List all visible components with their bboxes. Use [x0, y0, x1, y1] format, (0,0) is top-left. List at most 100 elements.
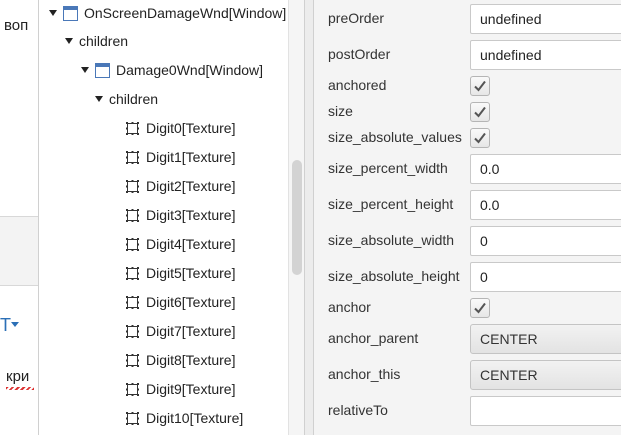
property-row: preOrder undefined — [314, 3, 621, 35]
tree-item-label: Digit5[Texture] — [146, 265, 236, 281]
tree-item[interactable]: Digit2[Texture] — [39, 174, 288, 198]
tree-item[interactable]: Digit1[Texture] — [39, 145, 288, 169]
property-editor: preOrder undefined postOrder undefined ancho… — [314, 0, 621, 435]
expand-arrow-icon[interactable] — [95, 96, 103, 102]
tree-item[interactable]: Digit4[Texture] — [39, 232, 288, 256]
tree-item-label: Digit6[Texture] — [146, 294, 236, 310]
tree-item[interactable]: children — [39, 87, 288, 111]
property-label: preOrder — [328, 10, 385, 26]
checkmark-icon — [474, 80, 486, 92]
texture-icon — [126, 353, 139, 367]
property-row: relativeTo — [314, 395, 621, 427]
chevron-down-icon[interactable] — [11, 322, 19, 327]
property-label: relativeTo — [328, 402, 388, 418]
tree-item-label: Digit2[Texture] — [146, 178, 236, 194]
property-label: size_absolute_values — [328, 129, 462, 145]
tree-item[interactable]: children — [39, 29, 288, 53]
property-value-field[interactable]: 0 — [470, 226, 621, 256]
property-value-field[interactable]: undefined — [470, 40, 621, 70]
property-label: anchor_parent — [328, 330, 419, 346]
property-value-field[interactable]: 0 — [470, 262, 621, 292]
property-row: size_percent_width 0.0 — [314, 153, 621, 185]
background-window: воп T кри — [0, 0, 38, 435]
property-value-field[interactable]: 0.0 — [470, 190, 621, 220]
property-row: anchor_this CENTER — [314, 359, 621, 391]
texture-icon — [126, 179, 139, 193]
property-row: anchor_parent CENTER — [314, 323, 621, 355]
texture-icon — [126, 324, 139, 338]
property-row: anchor — [314, 295, 621, 321]
expand-arrow-icon[interactable] — [49, 10, 57, 16]
tree-item-label: OnScreenDamageWnd[Window] — [84, 5, 287, 21]
spellcheck-underline — [6, 387, 34, 390]
hierarchy-tree[interactable]: OnScreenDamageWnd[Window] children Damage0… — [38, 0, 288, 435]
tree-item[interactable]: Digit8[Texture] — [39, 348, 288, 372]
texture-icon — [126, 295, 139, 309]
checkmark-icon — [474, 106, 486, 118]
property-row: postOrder undefined — [314, 39, 621, 71]
tree-item[interactable]: OnScreenDamageWnd[Window] — [39, 1, 288, 25]
tree-item[interactable]: Digit3[Texture] — [39, 203, 288, 227]
tree-item[interactable]: Digit7[Texture] — [39, 319, 288, 343]
property-label: postOrder — [328, 46, 391, 62]
expand-arrow-icon[interactable] — [65, 38, 73, 44]
tree-item-label: children — [109, 91, 159, 107]
app-root: воп T кри OnScreenDamageWnd[Window] child… — [0, 0, 621, 435]
property-label: size_absolute_width — [328, 232, 455, 248]
property-dropdown[interactable]: CENTER — [470, 360, 621, 390]
tree-item[interactable]: Digit10[Texture] — [39, 406, 288, 430]
tree-item-label: Digit10[Texture] — [146, 410, 244, 426]
tree-item-label: Digit3[Texture] — [146, 207, 236, 223]
property-value-field[interactable] — [470, 396, 621, 426]
property-label: size_percent_width — [328, 160, 448, 176]
texture-icon — [126, 121, 139, 135]
property-value-field[interactable]: 0.0 — [470, 154, 621, 184]
tree-scrollbar[interactable] — [288, 0, 304, 435]
property-checkbox[interactable] — [470, 76, 490, 96]
property-label: size — [328, 103, 353, 119]
tree-item[interactable]: Digit6[Texture] — [39, 290, 288, 314]
tree-item-label: children — [79, 33, 129, 49]
texture-icon — [126, 208, 139, 222]
property-label: anchored — [328, 77, 387, 93]
texture-icon — [126, 382, 139, 396]
tree-item[interactable]: Damage0Wnd[Window] — [39, 58, 288, 82]
property-label: size_absolute_height — [328, 268, 460, 284]
property-row: size_absolute_width 0 — [314, 225, 621, 257]
property-row: size — [314, 99, 621, 125]
tree-item-label: Digit8[Texture] — [146, 352, 236, 368]
checkmark-icon — [474, 132, 486, 144]
property-checkbox[interactable] — [470, 102, 490, 122]
property-label: size_percent_height — [328, 196, 454, 212]
tree-item[interactable]: Digit0[Texture] — [39, 116, 288, 140]
property-label: anchor — [328, 299, 371, 315]
tree-item[interactable]: Digit9[Texture] — [39, 377, 288, 401]
tree-item-label: Digit9[Texture] — [146, 381, 236, 397]
texture-icon — [126, 411, 139, 425]
property-dropdown[interactable]: CENTER — [470, 324, 621, 354]
panel-splitter[interactable] — [304, 0, 314, 435]
background-text-bottom: кри — [6, 368, 30, 385]
property-label: anchor_this — [328, 366, 401, 382]
tree-item[interactable]: Digit5[Texture] — [39, 261, 288, 285]
window-icon — [95, 62, 110, 78]
property-row: anchored — [314, 73, 621, 99]
tree-item-label: Digit0[Texture] — [146, 120, 236, 136]
texture-icon — [126, 266, 139, 280]
tree-item-label: Damage0Wnd[Window] — [116, 62, 264, 78]
background-text-top: воп — [4, 17, 29, 34]
property-value-field[interactable]: undefined — [470, 4, 621, 34]
window-icon — [63, 5, 78, 21]
background-toolbar-band — [0, 216, 38, 286]
tree-scrollbar-thumb[interactable] — [292, 160, 302, 275]
property-row: size_percent_height 0.0 — [314, 189, 621, 221]
tree-item-label: Digit4[Texture] — [146, 236, 236, 252]
tree-item-label: Digit7[Texture] — [146, 323, 236, 339]
property-checkbox[interactable] — [470, 128, 490, 148]
property-row: size_absolute_height 0 — [314, 261, 621, 293]
texture-icon — [126, 237, 139, 251]
texture-icon — [126, 150, 139, 164]
property-checkbox[interactable] — [470, 298, 490, 318]
expand-arrow-icon[interactable] — [81, 67, 89, 73]
text-color-icon[interactable]: T — [0, 315, 11, 336]
